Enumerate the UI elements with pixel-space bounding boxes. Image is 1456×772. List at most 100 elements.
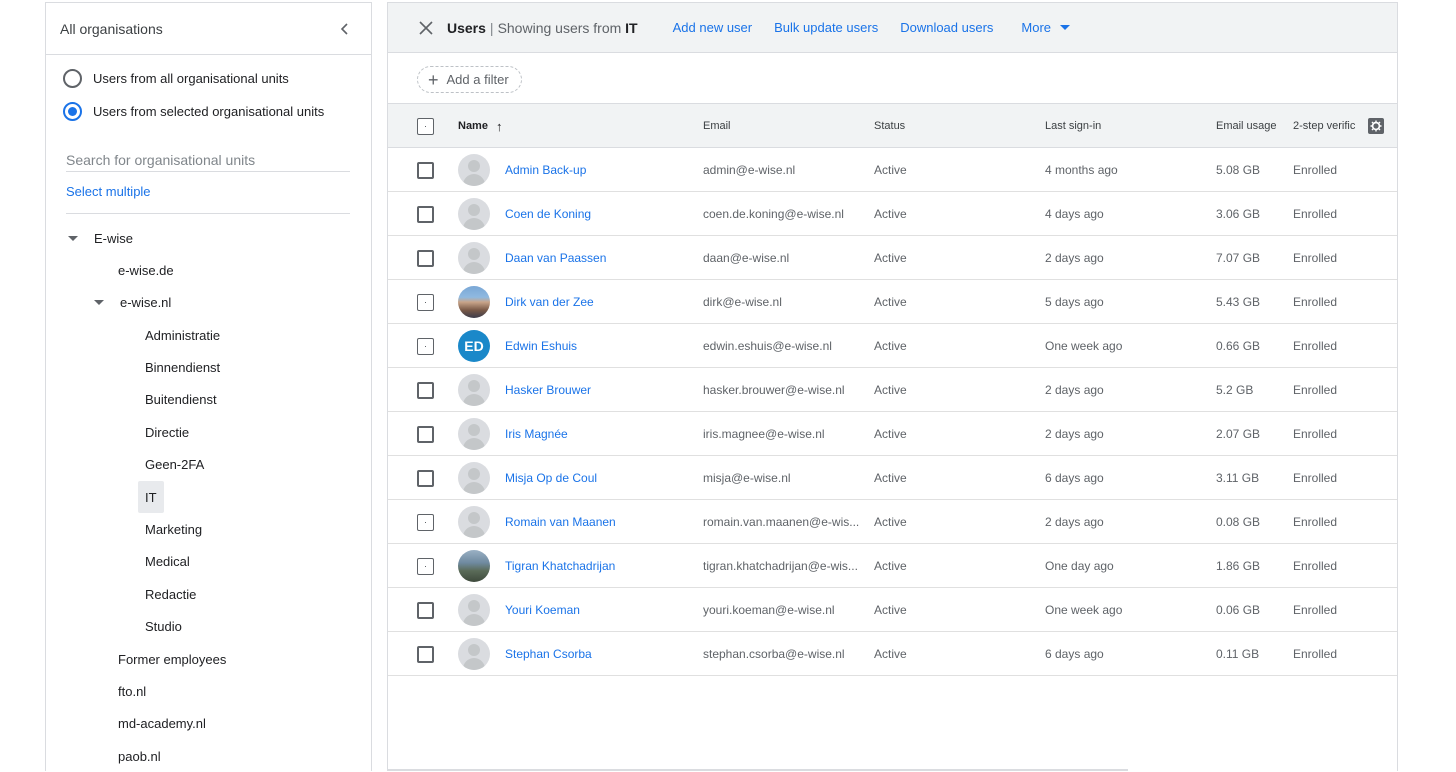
close-icon: [419, 20, 433, 35]
more-menu-button[interactable]: More: [1021, 20, 1071, 35]
collapse-panel-button[interactable]: [333, 17, 357, 41]
select-multiple-link[interactable]: Select multiple: [66, 184, 151, 199]
tree-item-unit[interactable]: Geen-2FA: [145, 448, 204, 480]
table-row[interactable]: Daan van Paassen daan@e-wise.nl Active 2…: [388, 236, 1397, 280]
tree-item-other[interactable]: Former employees: [118, 643, 226, 675]
radio-all-units[interactable]: Users from all organisational units: [63, 69, 289, 88]
user-name-link[interactable]: Dirk van der Zee: [505, 295, 594, 309]
user-name-link[interactable]: Tigran Khatchadrijan: [505, 559, 615, 573]
user-status: Active: [874, 163, 907, 177]
table-row[interactable]: Iris Magnée iris.magnee@e-wise.nl Active…: [388, 412, 1397, 456]
user-email-usage: 0.66 GB: [1216, 339, 1261, 353]
tree-item-label: E-wise: [94, 230, 134, 246]
tree-item-e-wise[interactable]: E-wise: [68, 222, 133, 254]
add-filter-button[interactable]: + Add a filter: [417, 66, 522, 93]
tree-item-unit[interactable]: Studio: [145, 610, 182, 642]
breadcrumb: Users | Showing users from IT: [447, 20, 638, 36]
row-checkbox[interactable]: [417, 205, 434, 223]
radio-selected-units[interactable]: Users from selected organisational units: [63, 102, 324, 121]
user-last-signin: 4 days ago: [1045, 207, 1104, 221]
tree-item-unit[interactable]: Medical: [145, 545, 190, 577]
user-name-link[interactable]: Youri Koeman: [505, 603, 580, 617]
tree-item-label: md-academy.nl: [118, 715, 206, 731]
user-two-step: Enrolled: [1293, 471, 1338, 485]
select-all-checkbox[interactable]: [417, 117, 434, 135]
table-row[interactable]: Admin Back-up admin@e-wise.nl Active 4 m…: [388, 148, 1397, 192]
tree-item-e-wise-nl[interactable]: e-wise.nl: [94, 286, 171, 318]
avatar: [458, 374, 490, 406]
column-header-email-usage[interactable]: Email usage: [1216, 120, 1277, 132]
column-header-status[interactable]: Status: [874, 120, 905, 132]
row-checkbox[interactable]: [417, 645, 434, 663]
column-header-two-step[interactable]: 2-step verific: [1293, 120, 1355, 132]
user-email: romain.van.maanen@e-wis...: [703, 515, 860, 529]
user-name-link[interactable]: Admin Back-up: [505, 163, 586, 177]
tree-item-unit[interactable]: Binnendienst: [145, 351, 220, 383]
bulk-update-users-button[interactable]: Bulk update users: [774, 20, 878, 35]
row-checkbox[interactable]: [417, 469, 434, 487]
tree-item-unit[interactable]: Redactie: [145, 578, 196, 610]
table-row[interactable]: Hasker Brouwer hasker.brouwer@e-wise.nl …: [388, 368, 1397, 412]
user-name-link[interactable]: Stephan Csorba: [505, 647, 592, 661]
user-two-step: Enrolled: [1293, 383, 1338, 397]
user-last-signin: 6 days ago: [1045, 471, 1104, 485]
user-name-link[interactable]: Edwin Eshuis: [505, 339, 577, 353]
row-checkbox[interactable]: [417, 293, 434, 311]
user-name-link[interactable]: Daan van Paassen: [505, 251, 606, 265]
user-name-link[interactable]: Romain van Maanen: [505, 515, 616, 529]
tree-item-unit[interactable]: Buitendienst: [145, 383, 217, 415]
row-checkbox[interactable]: [417, 513, 434, 531]
add-new-user-button[interactable]: Add new user: [673, 20, 753, 35]
user-email: tigran.khatchadrijan@e-wis...: [703, 559, 858, 573]
divider: [66, 213, 350, 214]
user-email-usage: 5.08 GB: [1216, 163, 1261, 177]
avatar-initials: ED: [458, 330, 490, 362]
tree-item-other[interactable]: fto.nl: [118, 675, 146, 707]
table-row[interactable]: ED Edwin Eshuis edwin.eshuis@e-wise.nl A…: [388, 324, 1397, 368]
row-checkbox[interactable]: [417, 249, 434, 267]
search-org-units-input[interactable]: [66, 148, 350, 172]
user-email: edwin.eshuis@e-wise.nl: [703, 339, 832, 353]
user-email-usage: 5.43 GB: [1216, 295, 1261, 309]
column-header-email[interactable]: Email: [703, 120, 731, 132]
row-checkbox[interactable]: [417, 381, 434, 399]
table-row[interactable]: Coen de Koning coen.de.koning@e-wise.nl …: [388, 192, 1397, 236]
tree-item-unit[interactable]: Marketing: [145, 513, 202, 545]
row-checkbox[interactable]: [417, 337, 434, 355]
row-checkbox[interactable]: [417, 601, 434, 619]
table-row[interactable]: Romain van Maanen romain.van.maanen@e-wi…: [388, 500, 1397, 544]
user-two-step: Enrolled: [1293, 647, 1338, 661]
user-email-usage: 2.07 GB: [1216, 427, 1261, 441]
user-two-step: Enrolled: [1293, 427, 1338, 441]
column-settings-button[interactable]: [1368, 118, 1384, 134]
table-row[interactable]: Tigran Khatchadrijan tigran.khatchadrija…: [388, 544, 1397, 588]
table-row[interactable]: Dirk van der Zee dirk@e-wise.nl Active 5…: [388, 280, 1397, 324]
tree-item-e-wise-de[interactable]: e-wise.de: [118, 254, 174, 286]
user-name-link[interactable]: Misja Op de Coul: [505, 471, 597, 485]
tree-item-label: e-wise.de: [118, 262, 174, 278]
user-name-link[interactable]: Coen de Koning: [505, 207, 591, 221]
table-row[interactable]: Stephan Csorba stephan.csorba@e-wise.nl …: [388, 632, 1397, 676]
row-checkbox[interactable]: [417, 557, 434, 575]
download-users-button[interactable]: Download users: [900, 20, 993, 35]
user-email-usage: 0.08 GB: [1216, 515, 1261, 529]
close-button[interactable]: [414, 16, 438, 40]
tree-item-unit[interactable]: Directie: [145, 416, 189, 448]
user-name-link[interactable]: Iris Magnée: [505, 427, 568, 441]
table-row[interactable]: Misja Op de Coul misja@e-wise.nl Active …: [388, 456, 1397, 500]
user-name-link[interactable]: Hasker Brouwer: [505, 383, 591, 397]
tree-item-unit[interactable]: Administratie: [145, 319, 220, 351]
row-checkbox[interactable]: [417, 161, 434, 179]
column-header-last-signin[interactable]: Last sign-in: [1045, 120, 1101, 132]
plus-icon: +: [428, 69, 439, 90]
tree-item-other[interactable]: paob.nl: [118, 740, 161, 772]
user-email: daan@e-wise.nl: [703, 251, 790, 265]
row-checkbox[interactable]: [417, 425, 434, 443]
tree-item-other[interactable]: md-academy.nl: [118, 707, 206, 739]
tree-item-unit-selected[interactable]: IT: [138, 481, 164, 513]
table-row[interactable]: Youri Koeman youri.koeman@e-wise.nl Acti…: [388, 588, 1397, 632]
user-two-step: Enrolled: [1293, 163, 1338, 177]
user-email: misja@e-wise.nl: [703, 471, 791, 485]
sort-by-name-header[interactable]: Name ↑: [458, 104, 502, 148]
avatar-photo: [458, 550, 490, 582]
